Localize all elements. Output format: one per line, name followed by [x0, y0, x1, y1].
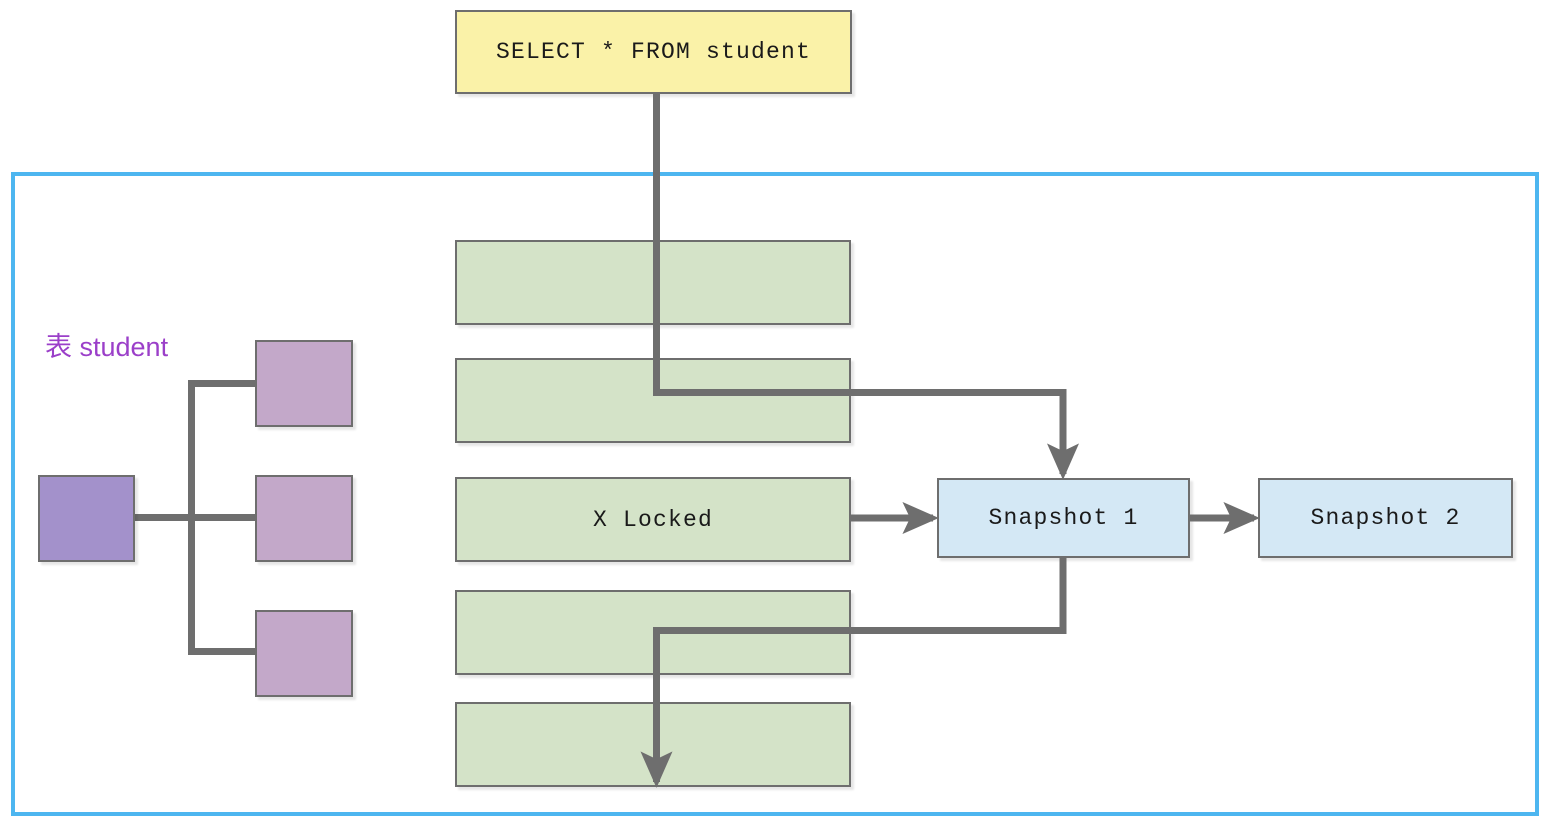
tree-root-node	[38, 475, 135, 562]
data-row	[455, 240, 851, 325]
diagram-canvas: SELECT * FROM student 表 student X Locked…	[0, 0, 1552, 828]
tree-edge-child-3	[188, 648, 260, 655]
snapshot-2-box: Snapshot 2	[1258, 478, 1513, 558]
tree-edge-root	[135, 514, 260, 521]
data-row	[455, 702, 851, 787]
data-row-locked: X Locked	[455, 477, 851, 562]
tree-edge-child-1	[188, 380, 260, 387]
tree-child-node-3	[255, 610, 353, 697]
snapshot-1-label: Snapshot 1	[988, 505, 1139, 531]
tree-child-node-1	[255, 340, 353, 427]
data-row	[455, 590, 851, 675]
sql-statement-box: SELECT * FROM student	[455, 10, 852, 94]
tree-edge-spine	[188, 380, 195, 655]
data-row	[455, 358, 851, 443]
data-row-label: X Locked	[592, 506, 714, 533]
snapshot-1-box: Snapshot 1	[937, 478, 1190, 558]
tree-child-node-2	[255, 475, 353, 562]
snapshot-2-label: Snapshot 2	[1310, 505, 1461, 531]
table-label: 表 student	[45, 332, 169, 362]
sql-statement-text: SELECT * FROM student	[495, 39, 812, 65]
